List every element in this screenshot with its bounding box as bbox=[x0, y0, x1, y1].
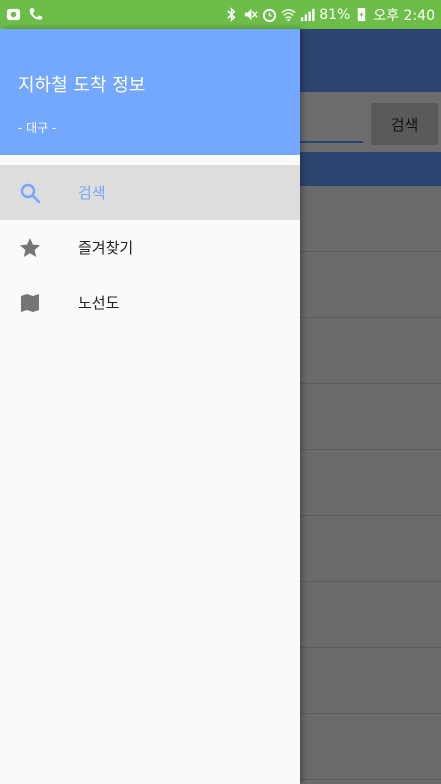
navigation-drawer: 지하철 도착 정보 - 대구 - 검색 즐겨찾기 노선도 bbox=[0, 29, 300, 784]
drawer-header: 지하철 도착 정보 - 대구 - bbox=[0, 29, 300, 155]
wifi-icon bbox=[281, 9, 296, 22]
search-button[interactable]: 검색 bbox=[371, 103, 438, 145]
signal-icon bbox=[301, 8, 315, 22]
bluetooth-icon bbox=[227, 7, 236, 22]
battery-icon bbox=[358, 7, 366, 22]
drawer-subtitle: - 대구 - bbox=[18, 121, 57, 135]
alarm-icon bbox=[263, 8, 277, 22]
drawer-item-favorites[interactable]: 즐겨찾기 bbox=[0, 220, 300, 275]
search-input-underline bbox=[300, 141, 363, 143]
star-icon bbox=[20, 237, 40, 257]
drawer-title: 지하철 도착 정보 bbox=[18, 75, 146, 96]
clock: 오후 2:40 bbox=[373, 7, 435, 24]
map-icon bbox=[21, 293, 39, 312]
drawer-menu: 검색 즐겨찾기 노선도 bbox=[0, 165, 300, 330]
drawer-item-label: 노선도 bbox=[78, 294, 120, 312]
notification-app-icon bbox=[6, 8, 21, 21]
drawer-item-search[interactable]: 검색 bbox=[0, 165, 300, 220]
status-bar: 81% 오후 2:40 bbox=[0, 0, 441, 29]
battery-percent: 81% bbox=[319, 6, 351, 23]
search-icon bbox=[20, 183, 41, 203]
mute-icon bbox=[245, 8, 258, 21]
drawer-item-label: 즐겨찾기 bbox=[78, 239, 134, 257]
drawer-item-label: 검색 bbox=[78, 184, 106, 202]
phone-icon bbox=[29, 7, 43, 20]
drawer-item-route-map[interactable]: 노선도 bbox=[0, 275, 300, 330]
